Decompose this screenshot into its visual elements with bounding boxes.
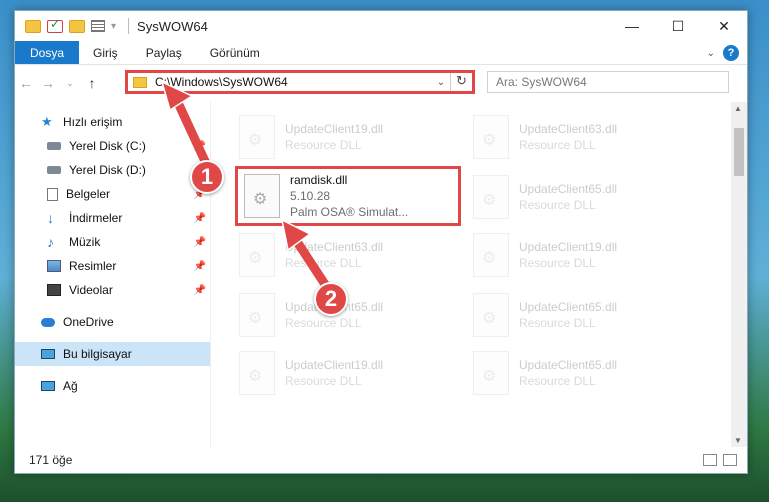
- callout-arrows: [160, 80, 335, 297]
- callout-badge-1: 1: [190, 160, 224, 194]
- callout-badge-2: 2: [314, 282, 348, 316]
